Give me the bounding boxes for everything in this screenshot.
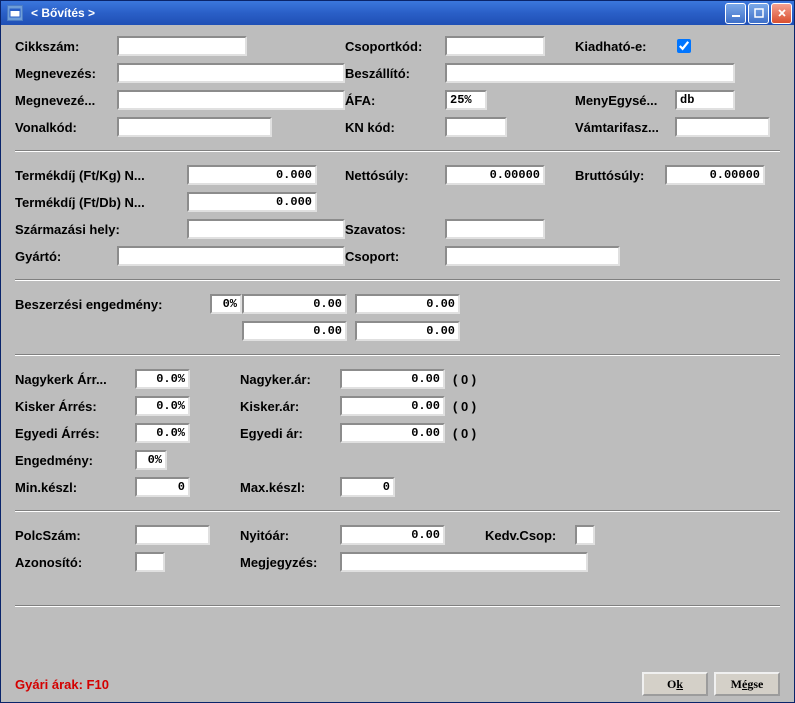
megnevezes-input[interactable]: [117, 63, 345, 83]
maxkeszl-input[interactable]: [340, 477, 395, 497]
label-beszerzesi: Beszerzési engedmény:: [15, 297, 210, 312]
kiadhato-checkbox[interactable]: [677, 39, 691, 53]
label-termekdij-kg: Termékdíj (Ft/Kg) N...: [15, 168, 187, 183]
minkeszl-input[interactable]: [135, 477, 190, 497]
egyedi-suffix: ( 0 ): [453, 426, 476, 441]
label-afa: ÁFA:: [345, 93, 445, 108]
window-title: < Bővítés >: [27, 6, 725, 20]
kisker-suffix: ( 0 ): [453, 399, 476, 414]
minimize-button[interactable]: [725, 3, 746, 24]
label-szarmazasi: Származási hely:: [15, 222, 187, 237]
label-megjegyzes: Megjegyzés:: [240, 555, 340, 570]
label-engedmeny: Engedmény:: [15, 453, 135, 468]
label-vamtarifasz: Vámtarifasz...: [575, 120, 675, 135]
bruttosuly-input[interactable]: [665, 165, 765, 185]
divider-3: [15, 354, 780, 356]
label-csoportkod: Csoportkód:: [345, 39, 445, 54]
nettosuly-input[interactable]: [445, 165, 545, 185]
nyitoar-input[interactable]: [340, 525, 445, 545]
megjegyzes-input[interactable]: [340, 552, 588, 572]
egyedi-ar-input[interactable]: [340, 423, 445, 443]
label-minkeszl: Min.készl:: [15, 480, 135, 495]
label-nettosuly: Nettósúly:: [345, 168, 445, 183]
label-szavatos: Szavatos:: [345, 222, 445, 237]
beszallito-input[interactable]: [445, 63, 735, 83]
nagyker-ar-input[interactable]: [340, 369, 445, 389]
beszerzesi-v4-input[interactable]: [355, 321, 460, 341]
maximize-button[interactable]: [748, 3, 769, 24]
szavatos-input[interactable]: [445, 219, 545, 239]
label-vonalkod: Vonalkód:: [15, 120, 117, 135]
label-egyedi-arres: Egyedi Árrés:: [15, 426, 135, 441]
label-nagykerk-arr: Nagykerk Árr...: [15, 372, 135, 387]
szarmazasi-input[interactable]: [187, 219, 345, 239]
vonalkod-input[interactable]: [117, 117, 272, 137]
label-maxkeszl: Max.készl:: [240, 480, 340, 495]
label-bruttosuly: Bruttósúly:: [575, 168, 665, 183]
megneveze2-input[interactable]: [117, 90, 345, 110]
vamtarifasz-input[interactable]: [675, 117, 770, 137]
beszerzesi-pct-input[interactable]: [210, 294, 242, 314]
beszerzesi-v3-input[interactable]: [242, 321, 347, 341]
label-kisker-arres: Kisker Árrés:: [15, 399, 135, 414]
label-nyitoar: Nyitóár:: [240, 528, 340, 543]
label-megneveze2: Megnevezé...: [15, 93, 117, 108]
polcszam-input[interactable]: [135, 525, 210, 545]
gyarto-input[interactable]: [117, 246, 345, 266]
label-csoport: Csoport:: [345, 249, 445, 264]
app-icon: [7, 5, 23, 21]
label-gyarto: Gyártó:: [15, 249, 117, 264]
label-egyedi-ar: Egyedi ár:: [240, 426, 340, 441]
label-menyegyse: MenyEgysé...: [575, 93, 675, 108]
label-kedvcsop: Kedv.Csop:: [485, 528, 575, 543]
titlebar-buttons: [725, 3, 792, 24]
ok-button[interactable]: Ok: [642, 672, 708, 696]
engedmeny-input[interactable]: [135, 450, 167, 470]
titlebar: < Bővítés >: [1, 1, 794, 25]
footer-hint: Gyári árak: F10: [15, 677, 636, 692]
divider-2: [15, 279, 780, 281]
close-button[interactable]: [771, 3, 792, 24]
label-termekdij-db: Termékdíj (Ft/Db) N...: [15, 195, 187, 210]
kedvcsop-input[interactable]: [575, 525, 595, 545]
knkod-input[interactable]: [445, 117, 507, 137]
label-knkod: KN kód:: [345, 120, 445, 135]
label-kisker-ar: Kisker.ár:: [240, 399, 340, 414]
afa-input[interactable]: [445, 90, 487, 110]
azonosito-input[interactable]: [135, 552, 165, 572]
csoportkod-input[interactable]: [445, 36, 545, 56]
beszerzesi-v1-input[interactable]: [242, 294, 347, 314]
label-megnevezes: Megnevezés:: [15, 66, 117, 81]
nagykerk-arr-input[interactable]: [135, 369, 190, 389]
divider-1: [15, 150, 780, 152]
kisker-ar-input[interactable]: [340, 396, 445, 416]
label-beszallito: Beszállító:: [345, 66, 445, 81]
divider-5: [15, 605, 780, 607]
label-nagyker-ar: Nagyker.ár:: [240, 372, 340, 387]
cancel-button[interactable]: Mégse: [714, 672, 780, 696]
kisker-arres-input[interactable]: [135, 396, 190, 416]
label-kiadhato: Kiadható-e:: [575, 39, 677, 54]
form-body: Cikkszám: Csoportkód: Kiadható-e: Megnev…: [1, 25, 794, 666]
cikkszam-input[interactable]: [117, 36, 247, 56]
egyedi-arres-input[interactable]: [135, 423, 190, 443]
divider-4: [15, 510, 780, 512]
label-cikkszam: Cikkszám:: [15, 39, 117, 54]
menyegyse-input[interactable]: [675, 90, 735, 110]
dialog-window: < Bővítés > Cikkszám: Csoportkód: Kiadha…: [0, 0, 795, 703]
termekdij-kg-input[interactable]: [187, 165, 317, 185]
label-polcszam: PolcSzám:: [15, 528, 135, 543]
csoport-input[interactable]: [445, 246, 620, 266]
footer: Gyári árak: F10 Ok Mégse: [1, 666, 794, 702]
label-azonosito: Azonosító:: [15, 555, 135, 570]
termekdij-db-input[interactable]: [187, 192, 317, 212]
nagyker-suffix: ( 0 ): [453, 372, 476, 387]
beszerzesi-v2-input[interactable]: [355, 294, 460, 314]
